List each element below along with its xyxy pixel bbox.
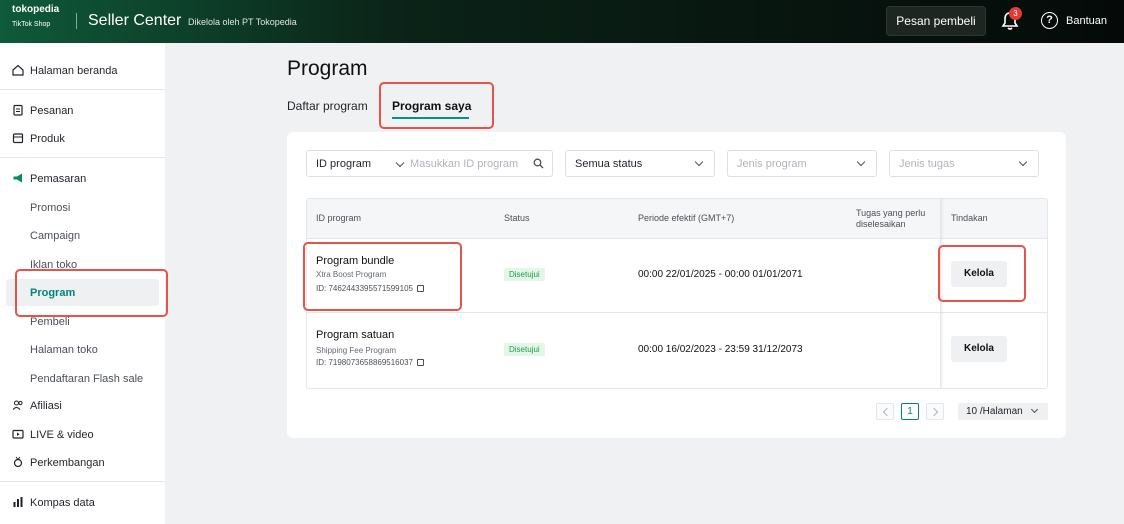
- logo-top-text: tokopedia: [12, 4, 60, 15]
- task-type-select[interactable]: Jenis tugas: [889, 150, 1039, 177]
- page-title: Program: [287, 57, 368, 80]
- chevron-right-icon: [929, 407, 939, 417]
- program-type: Shipping Fee Program: [316, 346, 397, 355]
- effective-period: 00:00 22/01/2025 - 00:00 01/01/2071: [638, 269, 803, 280]
- sidebar-item-label: Perkembangan: [30, 457, 105, 469]
- row-divider: [307, 312, 1047, 313]
- program-id-input[interactable]: Masukkan ID program: [410, 158, 518, 170]
- medal-icon: [13, 456, 23, 468]
- sidebar-divider: [0, 89, 165, 90]
- program-id: ID: 7198073658869516037: [316, 358, 424, 367]
- chevron-down-icon: [1030, 405, 1039, 414]
- sidebar-divider: [0, 157, 165, 158]
- prev-page-button[interactable]: [876, 403, 894, 420]
- sidebar-item-live-video[interactable]: LIVE & video: [12, 427, 94, 443]
- next-page-button[interactable]: [926, 403, 944, 420]
- task-type-placeholder: Jenis tugas: [899, 158, 955, 170]
- sidebar-subitem-pembeli[interactable]: Pembeli: [30, 315, 70, 329]
- sidebar-subitem-campaign[interactable]: Campaign: [30, 229, 80, 243]
- help-link[interactable]: Bantuan: [1066, 15, 1107, 27]
- manage-button[interactable]: Kelola: [951, 336, 1007, 362]
- help-icon[interactable]: ?: [1041, 12, 1058, 29]
- chevron-down-icon: [1018, 157, 1028, 167]
- sidebar-item-label: Halaman beranda: [30, 65, 118, 77]
- program-name: Program satuan: [316, 329, 395, 341]
- search-icon[interactable]: [533, 158, 544, 169]
- logo-divider: [76, 13, 77, 29]
- sidebar-divider: [0, 481, 165, 482]
- bar-chart-icon: [13, 497, 23, 507]
- chevron-down-icon: [694, 157, 704, 167]
- effective-period: 00:00 16/02/2023 - 23:59 31/12/2073: [638, 344, 803, 355]
- id-type-select[interactable]: ID program: [316, 158, 371, 170]
- logo-bottom-text: TikTok Shop: [12, 21, 51, 28]
- program-type-select[interactable]: Jenis program: [727, 150, 877, 177]
- megaphone-icon: [13, 173, 22, 183]
- status-badge: Disetujui: [504, 268, 545, 281]
- highlight-kelola-button: [938, 245, 1026, 302]
- highlight-sidebar-program: [15, 269, 168, 317]
- table-header: ID program Status Periode efektif (GMT+7…: [307, 199, 1047, 239]
- highlight-tab-program-saya: [379, 82, 494, 129]
- brand-title: Seller Center: [88, 12, 182, 29]
- column-header-status: Status: [504, 213, 530, 223]
- copy-icon[interactable]: [416, 359, 424, 366]
- sidebar-item-growth[interactable]: Perkembangan: [12, 455, 105, 471]
- column-header-id: ID program: [316, 213, 362, 223]
- users-icon: [12, 400, 23, 410]
- column-header-action: Tindakan: [951, 213, 988, 223]
- sidebar-item-marketing[interactable]: Pemasaran: [12, 171, 86, 187]
- tokopedia-tiktok-logo[interactable]: tokopedia TikTok Shop: [12, 4, 60, 29]
- program-type-placeholder: Jenis program: [737, 158, 807, 170]
- box-icon: [12, 133, 24, 144]
- clipboard-icon: [13, 104, 23, 116]
- sidebar-subitem-flash-sale[interactable]: Pendaftaran Flash sale: [30, 372, 143, 386]
- sidebar-item-label: LIVE & video: [30, 429, 94, 441]
- video-icon: [12, 429, 24, 439]
- chevron-down-icon: [856, 157, 866, 167]
- managed-by-text: Dikelola oleh PT Tokopedia: [188, 17, 297, 27]
- status-select[interactable]: Semua status: [565, 150, 715, 177]
- status-select-value: Semua status: [575, 158, 643, 170]
- sidebar-subitem-promosi[interactable]: Promosi: [30, 201, 70, 215]
- sidebar-item-label: Afiliasi: [30, 400, 62, 412]
- sidebar-item-products[interactable]: Produk: [12, 131, 65, 147]
- sidebar-item-label: Pemasaran: [30, 173, 87, 185]
- sidebar-item-affiliate[interactable]: Afiliasi: [12, 398, 62, 414]
- sidebar-item-data-compass[interactable]: Kompas data: [12, 495, 95, 511]
- page-size-select[interactable]: 10 /Halaman: [958, 403, 1048, 420]
- buyer-message-button[interactable]: Pesan pembeli: [886, 6, 986, 36]
- sidebar-item-label: Pesanan: [30, 105, 74, 117]
- page-number-current[interactable]: 1: [901, 403, 919, 420]
- chevron-down-icon[interactable]: [395, 158, 405, 168]
- program-id-text: ID: 7198073658869516037: [316, 358, 413, 367]
- sidebar-subitem-halaman-toko[interactable]: Halaman toko: [30, 343, 98, 357]
- page-size-value: 10 /Halaman: [966, 406, 1023, 417]
- highlight-program-bundle: [303, 242, 462, 311]
- home-icon: [12, 64, 24, 76]
- sidebar-item-home[interactable]: Halaman beranda: [12, 63, 117, 79]
- status-badge: Disetujui: [504, 343, 545, 356]
- column-header-tasks: Tugas yang perlu diselesaikan: [856, 208, 926, 229]
- column-header-period: Periode efektif (GMT+7): [638, 213, 735, 223]
- sidebar-item-label: Produk: [30, 133, 65, 145]
- program-id-search: ID program Masukkan ID program: [306, 150, 553, 177]
- notification-badge: 3: [1009, 7, 1022, 20]
- chevron-left-icon: [882, 407, 892, 417]
- top-bar: tokopedia TikTok Shop Seller Center Dike…: [0, 0, 1124, 43]
- sidebar-item-orders[interactable]: Pesanan: [12, 103, 73, 119]
- sidebar-item-label: Kompas data: [30, 497, 95, 509]
- tab-daftar-program[interactable]: Daftar program: [287, 99, 368, 113]
